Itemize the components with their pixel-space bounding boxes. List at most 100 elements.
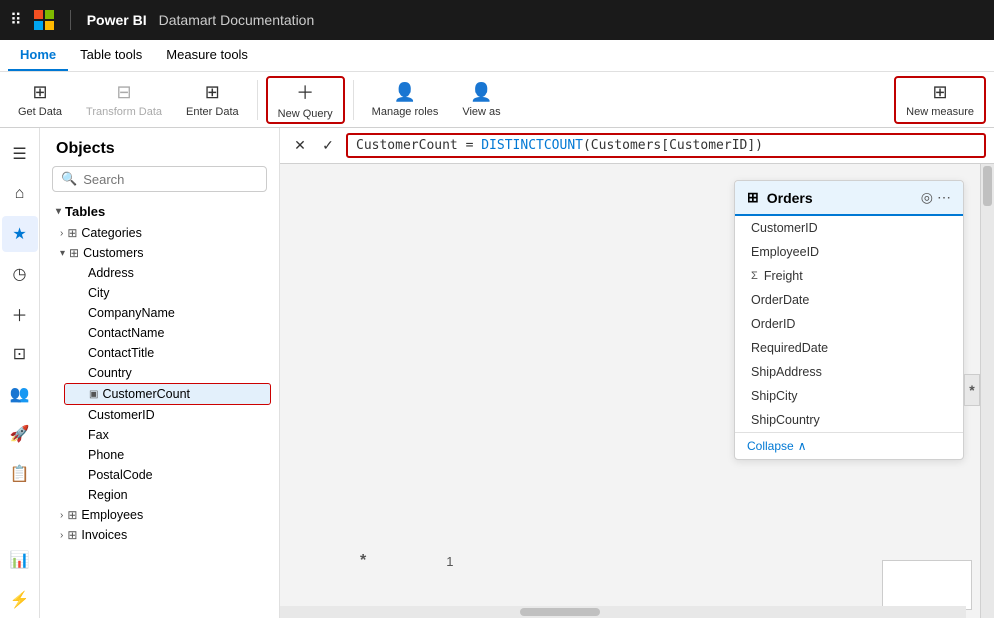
orders-table-icon: ⊞ <box>747 189 759 206</box>
invoices-chevron: › <box>60 530 63 541</box>
orders-field-employeeid[interactable]: EmployeeID <box>735 240 963 264</box>
field-companyname[interactable]: CompanyName <box>64 303 271 323</box>
transform-data-icon: ⊟ <box>116 82 131 103</box>
new-query-icon: ＋ <box>296 79 314 105</box>
new-measure-button[interactable]: ⊞ New measure <box>894 76 986 124</box>
customercount-icon: ▣ <box>89 389 98 400</box>
waffle-icon[interactable]: ⠿ <box>10 10 22 30</box>
enter-data-icon: ⊞ <box>205 82 220 103</box>
ribbon-toolbar: ⊞ Get Data ⊟ Transform Data ⊞ Enter Data… <box>0 72 994 128</box>
field-postalcode[interactable]: PostalCode <box>64 465 271 485</box>
tables-section-title[interactable]: ▾ Tables <box>48 200 271 223</box>
customers-item[interactable]: ▾ ⊞ Customers <box>48 243 271 263</box>
tree-section: ▾ Tables › ⊞ Categories ▾ ⊞ Customers Ad… <box>40 200 279 545</box>
orders-field-shipcountry[interactable]: ShipCountry <box>735 408 963 432</box>
customers-table-icon: ⊞ <box>69 246 79 260</box>
tab-measure-tools[interactable]: Measure tools <box>154 40 260 71</box>
sidebar-clock-icon[interactable]: ◷ <box>2 256 38 292</box>
tab-home[interactable]: Home <box>8 40 68 71</box>
manage-roles-label: Manage roles <box>372 106 439 118</box>
h-scrollbar-thumb[interactable] <box>520 608 600 616</box>
get-data-button[interactable]: ⊞ Get Data <box>8 76 72 124</box>
content-row: ⊞ Orders ◎ ⋯ CustomerID EmployeeID <box>280 164 994 618</box>
view-as-button[interactable]: 👤 View as <box>452 76 510 124</box>
new-query-label: New Query <box>278 108 333 120</box>
field-city[interactable]: City <box>64 283 271 303</box>
invoices-item[interactable]: › ⊞ Invoices <box>48 525 271 545</box>
orders-field-orderid[interactable]: OrderID <box>735 312 963 336</box>
field-customercount[interactable]: ▣ CustomerCount <box>64 383 271 405</box>
orders-card-header: ⊞ Orders ◎ ⋯ <box>735 181 963 216</box>
search-input[interactable] <box>83 172 258 187</box>
categories-table-icon: ⊞ <box>67 226 77 240</box>
employees-table-icon: ⊞ <box>67 508 77 522</box>
formula-confirm-icon[interactable]: ✓ <box>316 134 340 158</box>
field-customerid[interactable]: CustomerID <box>64 405 271 425</box>
invoices-label: Invoices <box>81 528 127 542</box>
manage-roles-button[interactable]: 👤 Manage roles <box>362 76 449 124</box>
transform-data-label: Transform Data <box>86 106 162 118</box>
sidebar-rocket-icon[interactable]: 🚀 <box>2 416 38 452</box>
orders-title-area: ⊞ Orders <box>747 189 813 206</box>
orders-field-requireddate[interactable]: RequiredDate <box>735 336 963 360</box>
categories-label: Categories <box>81 226 141 240</box>
sidebar-lightning-icon[interactable]: ⚡ <box>2 582 38 618</box>
top-bar: ⠿ Power BI Datamart Documentation <box>0 0 994 40</box>
orders-field-orderdate[interactable]: OrderDate <box>735 288 963 312</box>
ms-logo <box>34 10 54 30</box>
formula-input[interactable]: CustomerCount = DISTINCTCOUNT(Customers[… <box>346 133 986 158</box>
ribbon-tabs: Home Table tools Measure tools <box>0 40 994 72</box>
categories-item[interactable]: › ⊞ Categories <box>48 223 271 243</box>
tab-table-tools[interactable]: Table tools <box>68 40 154 71</box>
bottom-grid-markers: * 1 <box>360 552 453 570</box>
vertical-scrollbar[interactable] <box>980 164 994 618</box>
sidebar-users-icon[interactable]: 👥 <box>2 376 38 412</box>
search-box[interactable]: 🔍 <box>52 166 267 192</box>
content-section: ✕ ✓ CustomerCount = DISTINCTCOUNT(Custom… <box>280 128 994 618</box>
customers-children: Address City CompanyName ContactName Con… <box>48 263 271 505</box>
topbar-divider <box>70 10 71 30</box>
employees-item[interactable]: › ⊞ Employees <box>48 505 271 525</box>
sidebar-home-icon[interactable]: ⌂ <box>2 176 38 212</box>
field-contactname[interactable]: ContactName <box>64 323 271 343</box>
orders-field-customerid[interactable]: CustomerID <box>735 216 963 240</box>
get-data-icon: ⊞ <box>32 82 47 103</box>
sidebar-chart-icon[interactable]: 📊 <box>2 542 38 578</box>
view-as-icon: 👤 <box>470 82 492 103</box>
enter-data-button[interactable]: ⊞ Enter Data <box>176 76 249 124</box>
field-fax[interactable]: Fax <box>64 425 271 445</box>
horizontal-scrollbar[interactable] <box>280 606 966 618</box>
orders-field-freight[interactable]: Σ Freight <box>735 264 963 288</box>
orders-more-icon[interactable]: ⋯ <box>937 189 951 206</box>
enter-data-label: Enter Data <box>186 106 239 118</box>
v-scrollbar-thumb[interactable] <box>983 166 992 206</box>
orders-preview-icon[interactable]: ◎ <box>921 189 933 206</box>
new-query-button[interactable]: ＋ New Query <box>266 76 345 124</box>
sidebar-model-icon[interactable]: ⊡ <box>2 336 38 372</box>
transform-data-button[interactable]: ⊟ Transform Data <box>76 76 172 124</box>
field-region[interactable]: Region <box>64 485 271 505</box>
manage-roles-icon: 👤 <box>394 82 416 103</box>
orders-field-shipaddress[interactable]: ShipAddress <box>735 360 963 384</box>
field-country[interactable]: Country <box>64 363 271 383</box>
invoices-table-icon: ⊞ <box>67 528 77 542</box>
sidebar-add-icon[interactable]: ＋ <box>2 296 38 332</box>
freight-sigma-icon: Σ <box>751 270 758 282</box>
sidebar-menu-icon[interactable]: ☰ <box>2 136 38 172</box>
objects-title: Objects <box>40 136 279 166</box>
sidebar-list-icon[interactable]: 📋 <box>2 456 38 492</box>
sidebar-data-icon[interactable]: ★ <box>2 216 38 252</box>
orders-collapse-btn[interactable]: Collapse ∧ <box>735 432 963 459</box>
mini-table <box>882 560 972 610</box>
field-address[interactable]: Address <box>64 263 271 283</box>
orders-card-actions: ◎ ⋯ <box>921 189 951 206</box>
tables-chevron: ▾ <box>56 206 61 217</box>
orders-field-shipcity[interactable]: ShipCity <box>735 384 963 408</box>
field-phone[interactable]: Phone <box>64 445 271 465</box>
categories-chevron: › <box>60 228 63 239</box>
formula-cancel-icon[interactable]: ✕ <box>288 134 312 158</box>
bottom-number: 1 <box>446 554 453 569</box>
field-contacttitle[interactable]: ContactTitle <box>64 343 271 363</box>
bottom-asterisk: * <box>360 552 366 570</box>
side-asterisk: * <box>964 374 980 406</box>
